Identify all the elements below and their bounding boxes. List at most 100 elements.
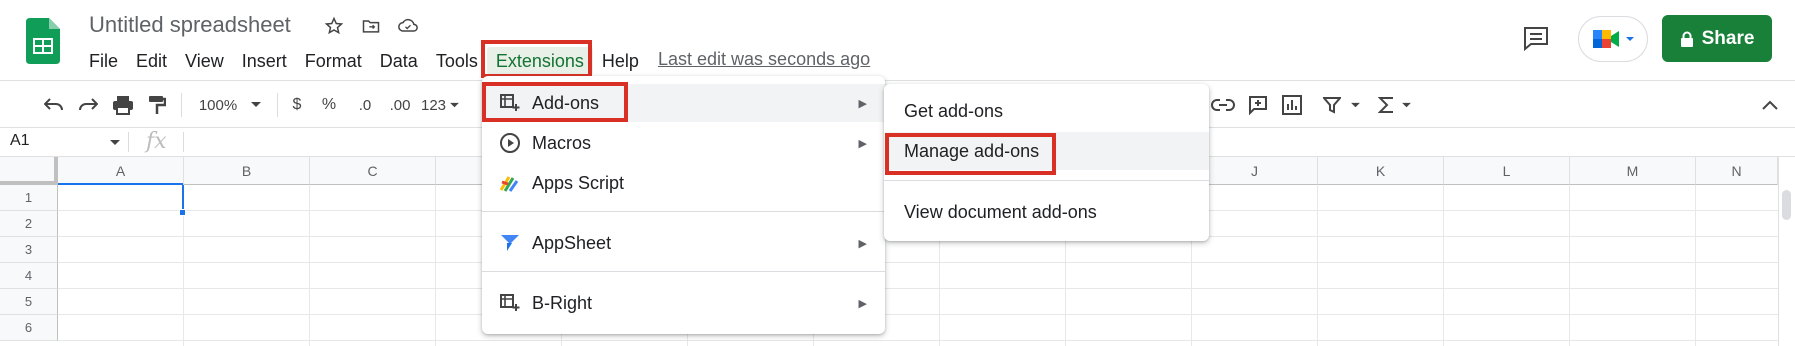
row-header[interactable]: 1 (0, 185, 58, 211)
filter-icon (1322, 97, 1341, 114)
zoom-value: 100% (198, 96, 238, 114)
menu-item-label: Get add-ons (904, 100, 1004, 121)
toolbar-divider (277, 93, 278, 117)
menu-item-manage-addons[interactable]: Manage add-ons (884, 132, 1209, 170)
menu-extensions[interactable]: Extensions (486, 47, 593, 75)
selected-cell-border (182, 185, 184, 212)
currency-format-button[interactable]: $ (288, 91, 306, 119)
share-button[interactable]: Share (1662, 15, 1772, 62)
menu-help[interactable]: Help (593, 47, 648, 75)
column-header[interactable]: A (58, 157, 184, 185)
menu-item-label: Apps Script (532, 172, 625, 193)
paint-format-icon[interactable] (145, 91, 169, 119)
menu-item-label: AppSheet (532, 232, 612, 253)
menu-divider (884, 180, 1209, 181)
column-header[interactable]: N (1696, 157, 1778, 185)
menu-item-appsheet[interactable]: AppSheet ▶ (482, 224, 885, 262)
menu-item-get-addons[interactable]: Get add-ons (884, 92, 1209, 130)
addons-icon (499, 92, 521, 114)
meet-button[interactable] (1578, 16, 1648, 62)
sheets-app: Untitled spreadsheet File Edit View Inse… (0, 0, 1795, 346)
name-box[interactable]: A1 (10, 132, 30, 150)
menu-item-bright[interactable]: B-Right ▶ (482, 284, 885, 322)
menu-item-label: B-Right (532, 292, 593, 313)
macros-icon (499, 132, 521, 154)
column-header[interactable]: M (1570, 157, 1696, 185)
menu-data[interactable]: Data (371, 47, 427, 75)
undo-icon[interactable] (42, 91, 66, 119)
bright-icon (499, 292, 521, 314)
gridline (58, 288, 1778, 289)
apps-script-icon (499, 172, 521, 194)
chevron-down-icon (1626, 37, 1634, 41)
addons-submenu: Get add-ons Manage add-ons View document… (884, 84, 1209, 241)
menu-item-macros[interactable]: Macros ▶ (482, 124, 885, 162)
functions-button[interactable] (1372, 91, 1416, 119)
submenu-arrow-icon: ▶ (858, 297, 867, 310)
row-header[interactable]: 4 (0, 263, 58, 289)
appsheet-icon (499, 232, 521, 254)
menu-view[interactable]: View (176, 47, 233, 75)
menu-item-addons[interactable]: Add-ons ▶ (482, 84, 885, 122)
selected-cell-border (58, 183, 183, 185)
percent-format-button[interactable]: % (318, 91, 340, 119)
menu-item-label: Add-ons (532, 92, 600, 113)
scrollbar-thumb[interactable] (1782, 190, 1791, 220)
column-header[interactable]: J (1192, 157, 1318, 185)
column-header[interactable]: L (1444, 157, 1570, 185)
menu-insert[interactable]: Insert (233, 47, 296, 75)
insert-comment-icon[interactable] (1246, 91, 1270, 119)
comments-icon[interactable] (1520, 22, 1552, 54)
chevron-down-icon (251, 102, 262, 107)
menu-item-apps-script[interactable]: Apps Script (482, 164, 885, 202)
chevron-down-icon (1401, 102, 1411, 107)
collapse-menu-icon[interactable] (1758, 91, 1782, 119)
filter-button[interactable] (1318, 91, 1364, 119)
gridline (58, 262, 1778, 263)
chevron-down-icon (1350, 102, 1360, 107)
fill-handle[interactable] (179, 209, 186, 216)
formula-divider (183, 132, 184, 152)
row-header[interactable]: 2 (0, 211, 58, 237)
menu-item-label: Manage add-ons (904, 140, 1040, 161)
cloud-saved-icon[interactable] (396, 14, 420, 38)
select-all-corner[interactable] (0, 157, 58, 185)
decrease-decimal-button[interactable]: .0 (352, 91, 378, 119)
row-header[interactable]: 6 (0, 315, 58, 341)
menu-tools[interactable]: Tools (427, 47, 487, 75)
fx-label: fx (146, 129, 167, 154)
redo-icon[interactable] (76, 91, 100, 119)
column-header[interactable]: C (310, 157, 436, 185)
submenu-arrow-icon: ▶ (858, 137, 867, 150)
menu-file[interactable]: File (80, 47, 127, 75)
sigma-icon (1377, 97, 1393, 113)
menu-divider (482, 211, 885, 212)
row-header[interactable]: 3 (0, 237, 58, 263)
chevron-down-icon (450, 102, 459, 107)
column-header[interactable]: B (184, 157, 310, 185)
last-edit-link[interactable]: Last edit was seconds ago (658, 49, 870, 70)
menu-divider (482, 271, 885, 272)
row-header[interactable]: 5 (0, 289, 58, 315)
column-header[interactable]: K (1318, 157, 1444, 185)
move-folder-icon[interactable] (359, 14, 383, 38)
sheets-logo-icon[interactable] (26, 18, 60, 64)
more-formats-button[interactable]: 123 (418, 91, 462, 119)
extensions-menu: Add-ons ▶ Macros ▶ Apps Script AppSheet … (482, 76, 885, 334)
lock-icon (1680, 31, 1693, 47)
insert-link-icon[interactable] (1210, 91, 1236, 119)
zoom-select[interactable]: 100% (195, 91, 265, 119)
insert-chart-icon[interactable] (1280, 91, 1304, 119)
menu-format[interactable]: Format (296, 47, 371, 75)
formula-divider (128, 132, 129, 152)
menu-item-view-document-addons[interactable]: View document add-ons (884, 193, 1209, 231)
document-title[interactable]: Untitled spreadsheet (89, 12, 291, 38)
print-icon[interactable] (110, 91, 136, 119)
menu-edit[interactable]: Edit (127, 47, 176, 75)
menu-item-label: Macros (532, 132, 592, 153)
increase-decimal-button[interactable]: .00 (385, 91, 415, 119)
chevron-down-icon[interactable] (110, 139, 120, 147)
vertical-scrollbar[interactable] (1778, 157, 1795, 346)
star-icon[interactable] (322, 14, 346, 38)
gridline (58, 314, 1778, 315)
